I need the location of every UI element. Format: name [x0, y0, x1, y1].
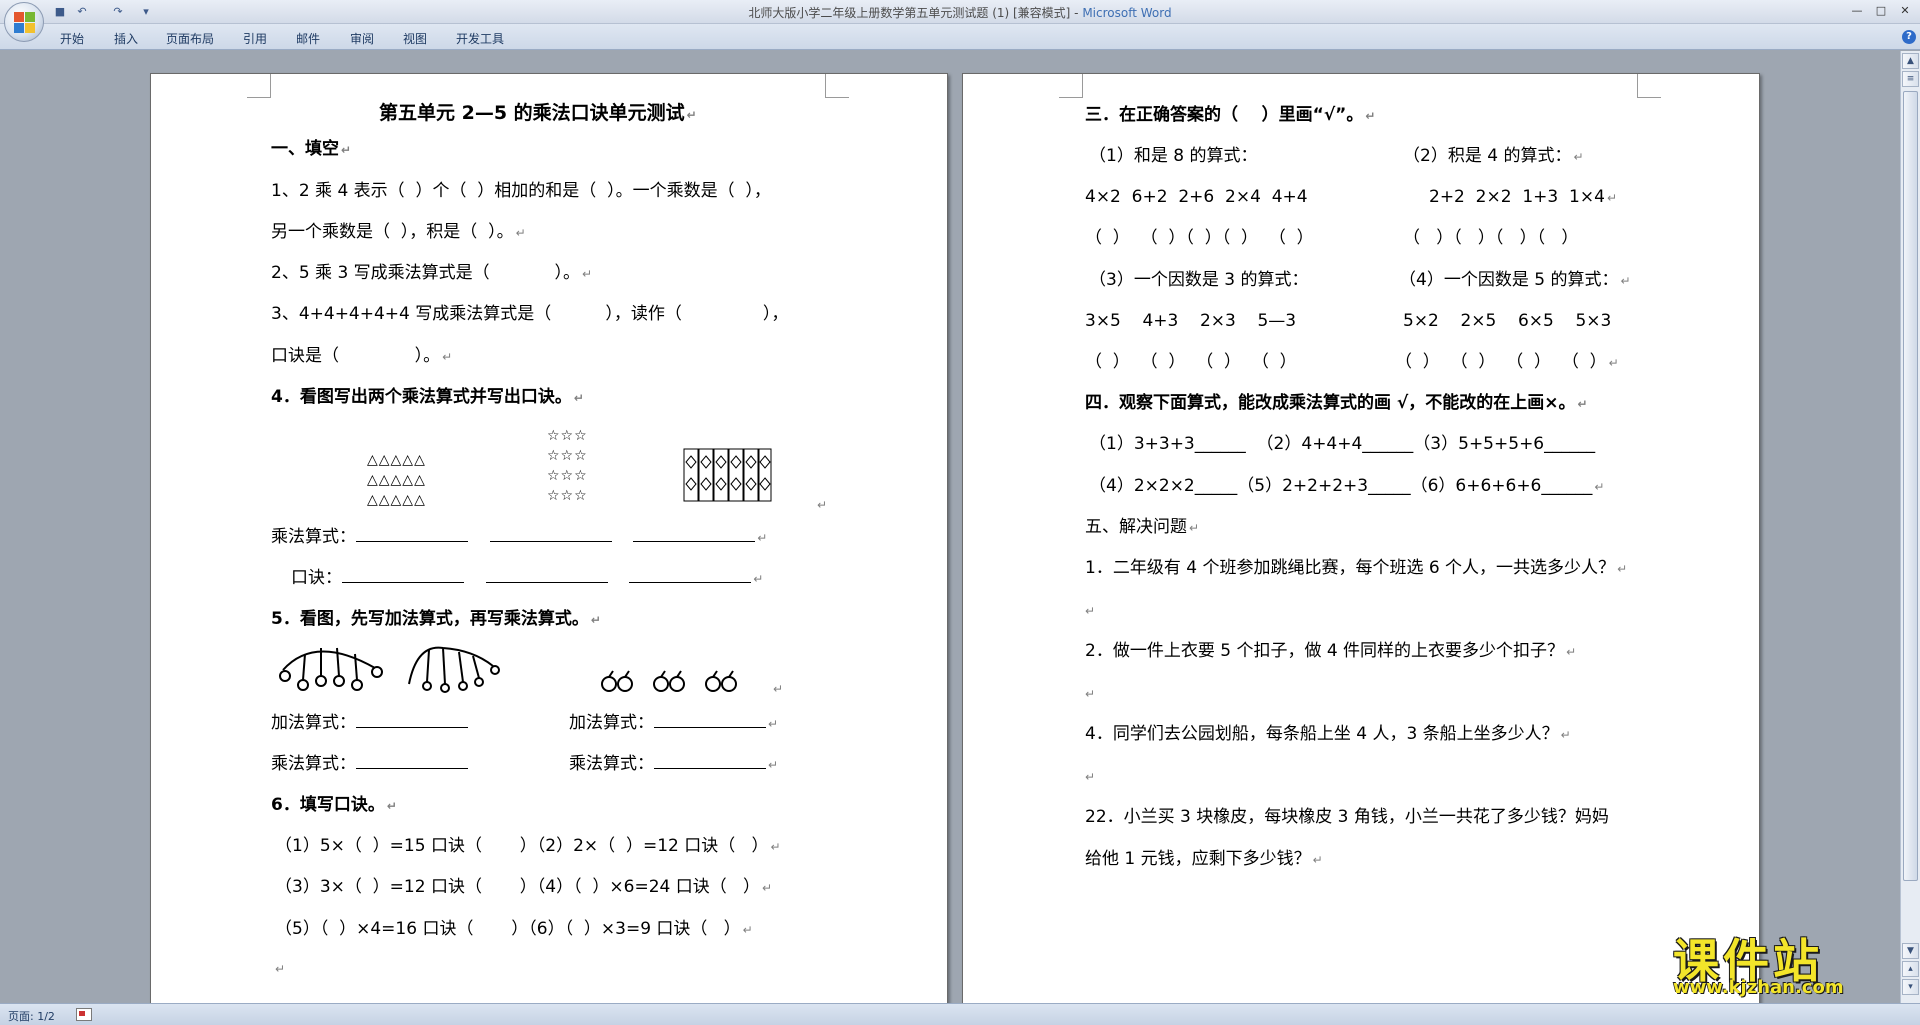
document-area: 第五单元 2—5 的乘法口诀单元测试 ↵ 一、填空 ↵ 1、2 乘 4 表示（ ）个…: [0, 51, 1900, 1003]
help-icon[interactable]: ?: [1902, 30, 1916, 44]
section-5-heading: 五、解决问题 ↵: [1085, 517, 1200, 537]
question-6-row-3: （5）（ ）×4=16 口诀（ ）（6）（ ）×3=9 口诀（ ） ↵: [275, 919, 753, 939]
part-4-label: （4）一个因数是 5 的算式： ↵: [1399, 270, 1631, 290]
paragraph-mark: ↵: [275, 962, 286, 976]
vertical-scrollbar[interactable]: ▲ ≡ ▼ ▴ ▾: [1900, 51, 1920, 1003]
question-2: 2、5 乘 3 写成乘法算式是（ ）。 ↵: [271, 263, 593, 283]
page-indicator[interactable]: 页面: 1/2: [8, 1008, 55, 1024]
word-problem-3: 4．同学们去公园划船，每条船上坐 4 人，3 条船上坐多少人？ ↵: [1085, 724, 1571, 744]
watermark-url: www.kjzhan.com: [1673, 977, 1844, 998]
diamond-cards-figure: [683, 448, 772, 502]
tab-view[interactable]: 视图: [403, 30, 427, 47]
margin-corner-mark: [1059, 74, 1083, 98]
scroll-up-icon[interactable]: ▲: [1902, 53, 1919, 69]
paragraph-mark: ↵: [773, 682, 784, 696]
tab-references[interactable]: 引用: [243, 30, 267, 47]
part-3-expressions: 3×5 4+3 2×3 5—3: [1085, 311, 1297, 331]
addition-label-1: 加法算式：: [271, 712, 468, 734]
word-problem-1: 1．二年级有 4 个班参加跳绳比赛，每个班选 6 个人，一共选多少人？ ↵: [1085, 558, 1628, 578]
tab-developer[interactable]: 开发工具: [456, 30, 504, 47]
paragraph-mark: ↵: [1085, 604, 1096, 618]
word-problem-2: 2．做一件上衣要 5 个扣子，做 4 件同样的上衣要多少个扣子？ ↵: [1085, 641, 1577, 661]
close-button[interactable]: ✕: [1894, 2, 1916, 20]
section-1-heading: 一、填空 ↵: [271, 139, 352, 159]
tab-mailings[interactable]: 邮件: [296, 30, 320, 47]
part-1-label: （1）和是 8 的算式：: [1089, 146, 1258, 166]
part-1-answer-parens: （ ） （ ）（ ）（ ） （ ）: [1085, 228, 1314, 248]
part-3-answer-parens: （ ） （ ） （ ） （ ）: [1085, 352, 1297, 372]
section-4-heading: 四．观察下面算式，能改成乘法算式的画 √，不能改的在上画×。 ↵: [1085, 393, 1588, 413]
question-6-row-1: （1）5×（ ）=15 口诀（ ）（2）2×（ ）=12 口诀（ ） ↵: [275, 836, 781, 856]
tab-home[interactable]: 开始: [60, 30, 84, 47]
paragraph-mark: ↵: [1085, 770, 1096, 784]
section-4-row-1: （1）3+3+3______ （2）4+4+4______（3）5+5+5+6_…: [1089, 434, 1596, 454]
scroll-thumb[interactable]: [1903, 91, 1918, 881]
title-bar: ■ ↶ ↷ ▾ 北师大版小学二年级上册数学第五单元测试题 (1) [兼容模式] …: [0, 0, 1920, 24]
question-5: 5．看图，先写加法算式，再写乘法算式。 ↵: [271, 609, 601, 629]
part-4-answer-parens: （ ） （ ） （ ） （ ） ↵: [1395, 352, 1619, 372]
question-4: 4．看图写出两个乘法算式并写出口诀。 ↵: [271, 387, 584, 407]
page-1[interactable]: 第五单元 2—5 的乘法口诀单元测试 ↵ 一、填空 ↵ 1、2 乘 4 表示（ ）个…: [150, 73, 948, 1003]
part-2-answer-parens: （ ）（ ）（ ）（ ）: [1403, 228, 1579, 248]
margin-corner-mark: [825, 74, 849, 98]
koujue-row-label: 口诀： ↵: [291, 568, 764, 588]
watermark-logo: 课件站 www.kjzhan.com: [1665, 925, 1905, 1005]
page-title: 第五单元 2—5 的乘法口诀单元测试 ↵: [379, 102, 697, 124]
tab-insert[interactable]: 插入: [114, 30, 138, 47]
maximize-button[interactable]: □: [1870, 2, 1892, 20]
part-1-expressions: 4×2 6+2 2+6 2×4 4+4: [1085, 187, 1308, 207]
window-title: 北师大版小学二年级上册数学第五单元测试题 (1) [兼容模式] - Micros…: [0, 4, 1920, 21]
page-2[interactable]: 三．在正确答案的（ ）里画“√”。 ↵ （1）和是 8 的算式： （2）积是 4 …: [962, 73, 1760, 1003]
document-title: 北师大版小学二年级上册数学第五单元测试题 (1) [兼容模式] -: [748, 6, 1083, 20]
balloons-figure-2: [408, 646, 500, 693]
app-name: Microsoft Word: [1082, 6, 1172, 20]
part-2-expressions: 2+2 2×2 1+3 1×4 ↵: [1429, 187, 1617, 207]
macro-record-icon[interactable]: [76, 1008, 92, 1021]
margin-corner-mark: [247, 74, 271, 98]
question-1-line-a: 1、2 乘 4 表示（ ）个（ ）相加的和是（ ）。一个乘数是（ ），: [271, 181, 771, 201]
multiplication-row-label: 乘法算式： ↵: [271, 527, 768, 547]
office-button[interactable]: [4, 2, 44, 42]
paragraph-mark: ↵: [1085, 687, 1096, 701]
office-logo-icon: [14, 12, 36, 34]
apples-figure: [601, 670, 737, 692]
part-4-expressions: 5×2 2×5 6×5 5×3: [1403, 311, 1612, 331]
multiplication-label-1: 乘法算式：: [271, 753, 468, 775]
part-3-label: （3）一个因数是 3 的算式：: [1089, 270, 1309, 290]
question-3-line-b: 口诀是（ ）。 ↵: [271, 346, 453, 366]
stars-figure: ☆☆☆ ☆☆☆ ☆☆☆ ☆☆☆: [547, 428, 588, 504]
balloons-figure-1: [279, 647, 383, 691]
tab-page-layout[interactable]: 页面布局: [166, 30, 214, 47]
question-6-row-2: （3）3×（ ）=12 口诀（ ）（4）（ ）×6=24 口诀（ ） ↵: [275, 877, 773, 897]
question-6: 6．填写口诀。 ↵: [271, 795, 397, 815]
ruler-toggle-icon[interactable]: ≡: [1902, 71, 1919, 87]
multiplication-label-2: 乘法算式： ↵: [569, 754, 779, 774]
part-2-label: （2）积是 4 的算式： ↵: [1403, 146, 1584, 166]
addition-label-2: 加法算式： ↵: [569, 713, 779, 733]
margin-corner-mark: [1637, 74, 1661, 98]
minimize-button[interactable]: —: [1846, 2, 1868, 20]
question-3-line-a: 3、4+4+4+4+4 写成乘法算式是（ ），读作（ ），: [271, 304, 789, 324]
ribbon-tabs: 开始 插入 页面布局 引用 邮件 审阅 视图 开发工具 ?: [0, 24, 1920, 50]
tab-review[interactable]: 审阅: [350, 30, 374, 47]
section-3-heading: 三．在正确答案的（ ）里画“√”。 ↵: [1085, 105, 1376, 125]
word-problem-4-line-a: 22．小兰买 3 块橡皮，每块橡皮 3 角钱，小兰一共花了多少钱？妈妈: [1085, 807, 1609, 827]
question-1-line-b: 另一个乘数是（ ），积是（ ）。 ↵: [271, 222, 526, 242]
word-problem-4-line-b: 给他 1 元钱，应剩下多少钱？ ↵: [1085, 849, 1323, 869]
paragraph-mark: ↵: [817, 498, 828, 512]
status-bar: 页面: 1/2: [0, 1003, 1920, 1025]
section-4-row-2: （4）2×2×2_____（5）2+2+2+3_____（6）6+6+6+6__…: [1089, 476, 1605, 496]
triangles-figure: △△△△△ △△△△△ △△△△△: [367, 452, 426, 508]
